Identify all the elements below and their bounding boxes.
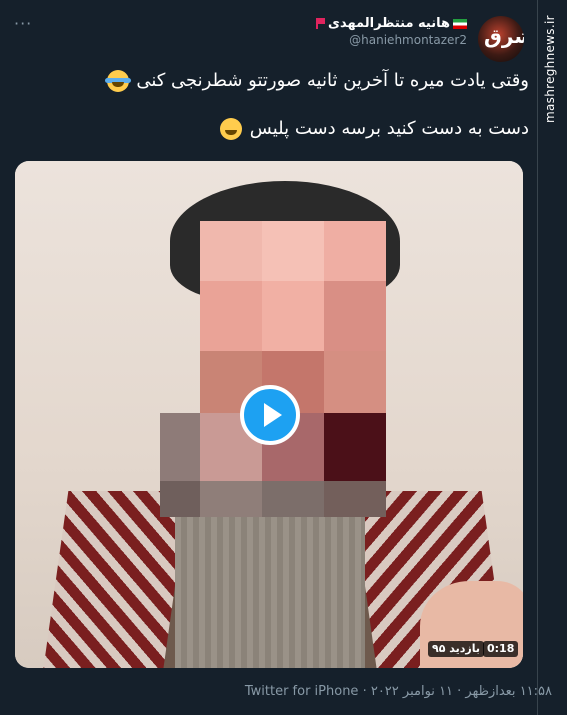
pixelated-face-block (200, 481, 262, 517)
pixelated-face-block (324, 481, 386, 517)
tweet-line-1: وقتی یادت میره تا آخرین ثانیه صورتتو شطر… (39, 68, 529, 94)
emoji-tears-of-joy-icon (104, 70, 131, 92)
pixelated-face-block (262, 221, 324, 281)
tweet-line-2: دست به دست کنید برسه دست پلیس (39, 116, 529, 142)
flag-iran-icon (453, 18, 467, 29)
pixelated-face-block (160, 413, 200, 481)
author-block[interactable]: هانیه منتظرالمهدی @haniehmontazer2 (316, 16, 467, 47)
user-handle[interactable]: @haniehmontazer2 (316, 33, 467, 47)
pixelated-face-block (324, 221, 386, 281)
pixelated-face-block (262, 481, 324, 517)
tweet-line-2-text: دست به دست کنید برسه دست پلیس (249, 118, 529, 139)
tweet-text: وقتی یادت میره تا آخرین ثانیه صورتتو شطر… (39, 68, 529, 164)
pixelated-face-block (324, 351, 386, 413)
play-icon[interactable] (240, 385, 300, 445)
video-duration-badge: 0:18 (483, 641, 519, 657)
tweet-line-1-text: وقتی یادت میره تا آخرین ثانیه صورتتو شطر… (136, 70, 529, 91)
column-divider (537, 0, 538, 715)
pixelated-face-block (324, 413, 386, 481)
pixelated-face-block (200, 221, 262, 281)
tweet-source[interactable]: Twitter for iPhone (245, 684, 359, 699)
video-player[interactable]: ۹۵ بازدید 0:18 (15, 161, 523, 668)
display-name-text: هانیه منتظرالمهدی (328, 16, 450, 31)
pixelated-face-block (324, 281, 386, 351)
display-name[interactable]: هانیه منتظرالمهدی (316, 16, 467, 31)
tweet-meta: ۱۱:۵۸ بعدازظهر · ۱۱ نوامبر ۲۰۲۲ · Twitte… (245, 684, 552, 699)
tweet-header: ··· مشرق هانیه منتظرالمهدی @haniehmontaz… (0, 10, 537, 62)
video-scarf-left (41, 491, 189, 668)
more-icon[interactable]: ··· (14, 14, 32, 33)
avatar[interactable]: مشرق (478, 16, 524, 62)
video-views-badge: ۹۵ بازدید (428, 641, 484, 657)
site-watermark: mashreghnews.ir (543, 15, 557, 123)
pixelated-face-block (262, 281, 324, 351)
video-sweater (175, 491, 365, 668)
pixelated-face-block (200, 281, 262, 351)
pixelated-face-block (160, 481, 200, 517)
emoji-grin-icon (220, 118, 243, 140)
flag-red-icon (316, 18, 325, 29)
avatar-logo-text: مشرق (484, 24, 524, 48)
tweet-timestamp[interactable]: ۱۱:۵۸ بعدازظهر · ۱۱ نوامبر ۲۰۲۲ · (358, 684, 552, 699)
